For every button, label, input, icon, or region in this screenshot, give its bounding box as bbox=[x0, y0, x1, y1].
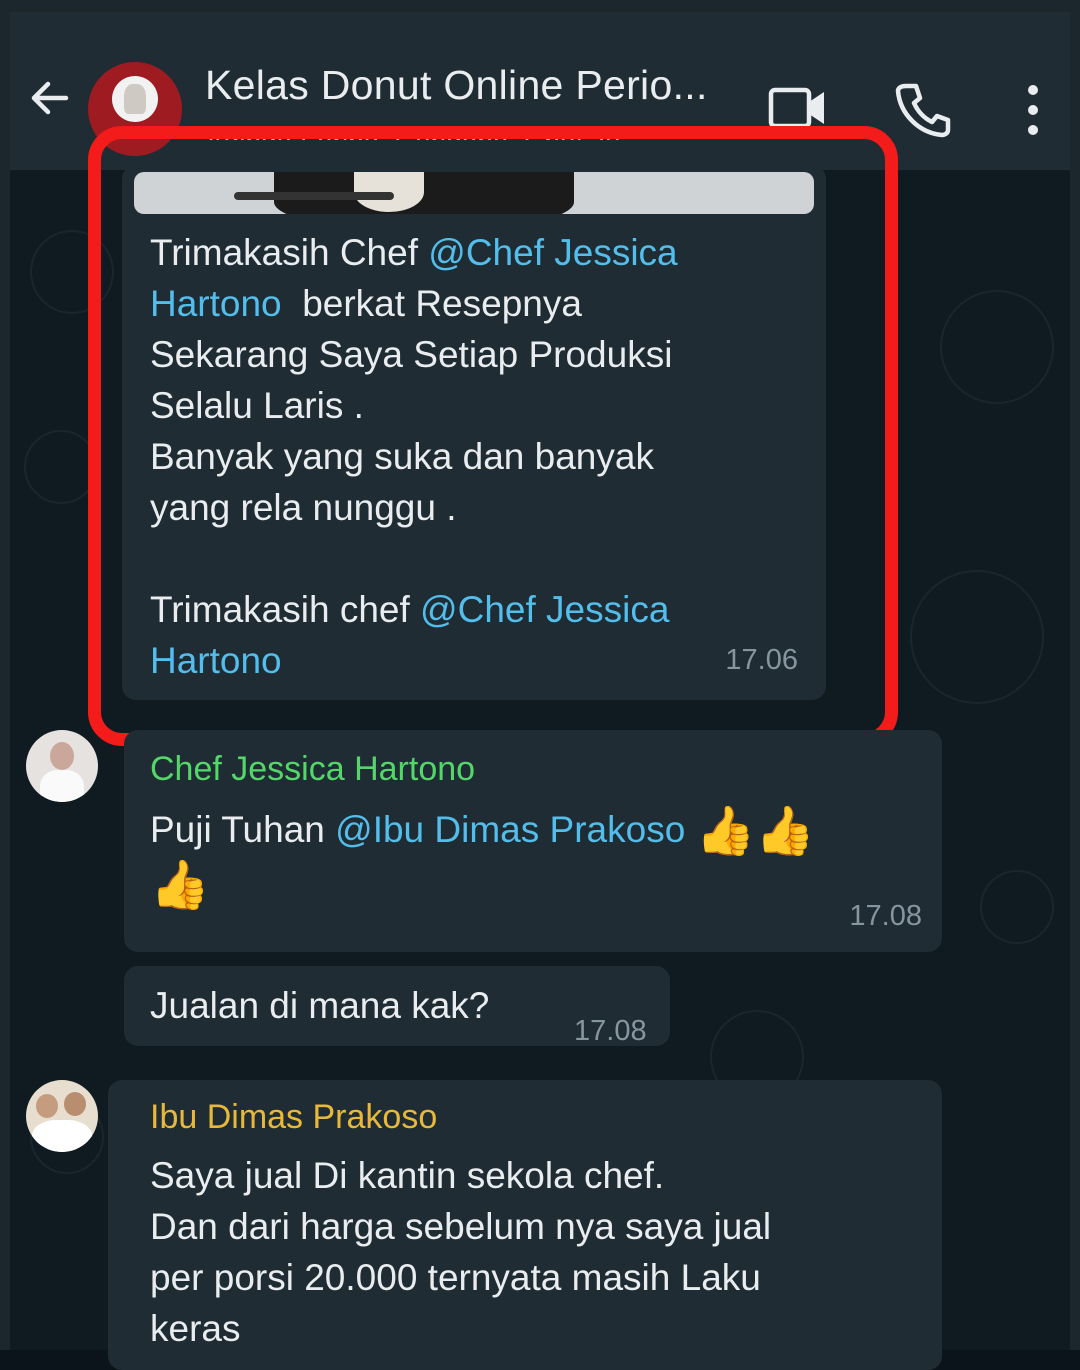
message-time: 17.08 bbox=[574, 1015, 647, 1047]
avatar-face bbox=[64, 1092, 86, 1116]
thumbs-up-emoji: 👍 bbox=[695, 805, 756, 859]
mention-link[interactable]: @Ibu Dimas Prakoso bbox=[335, 809, 685, 850]
group-avatar-figure bbox=[124, 84, 146, 114]
avatar-body bbox=[40, 770, 84, 802]
message-bubble[interactable]: Ibu Dimas Prakoso Saya jual Di kantin se… bbox=[108, 1080, 942, 1370]
avatar-ibu-dimas[interactable] bbox=[26, 1080, 98, 1152]
chat-title[interactable]: Kelas Donut Online Perio... bbox=[205, 62, 708, 109]
avatar-face bbox=[50, 742, 74, 770]
wallpaper-doodle bbox=[910, 570, 1044, 704]
message-text-part: Puji Tuhan bbox=[150, 809, 336, 850]
phone-icon[interactable] bbox=[894, 80, 952, 138]
message-text: Puji Tuhan @Ibu Dimas Prakoso 👍👍 👍 bbox=[150, 804, 910, 912]
message-text: Saya jual Di kantin sekola chef. Dan dar… bbox=[150, 1155, 772, 1349]
red-highlight-box bbox=[88, 126, 898, 746]
wallpaper-doodle bbox=[24, 430, 98, 504]
avatar-body bbox=[32, 1120, 92, 1152]
more-options-icon[interactable] bbox=[1020, 82, 1046, 138]
back-arrow-icon[interactable] bbox=[26, 74, 74, 122]
wallpaper-doodle bbox=[940, 290, 1054, 404]
wallpaper-doodle bbox=[980, 870, 1054, 944]
avatar-face bbox=[36, 1094, 58, 1118]
left-frame bbox=[0, 0, 10, 1350]
top-frame bbox=[0, 0, 1080, 12]
sender-name[interactable]: Chef Jessica Hartono bbox=[150, 744, 475, 795]
thumbs-up-emoji: 👍 bbox=[755, 805, 816, 859]
right-frame bbox=[1070, 0, 1080, 1350]
message-text: Jualan di mana kak? bbox=[150, 985, 490, 1026]
message-time: 17.08 bbox=[849, 900, 922, 932]
avatar-chef-jessica[interactable] bbox=[26, 730, 98, 802]
message-bubble[interactable]: Chef Jessica Hartono Puji Tuhan @Ibu Dim… bbox=[124, 730, 942, 952]
thumbs-up-emoji: 👍 bbox=[150, 859, 210, 913]
sender-name[interactable]: Ibu Dimas Prakoso bbox=[150, 1092, 437, 1143]
message-bubble[interactable]: Jualan di mana kak? 17.08 bbox=[124, 966, 670, 1047]
